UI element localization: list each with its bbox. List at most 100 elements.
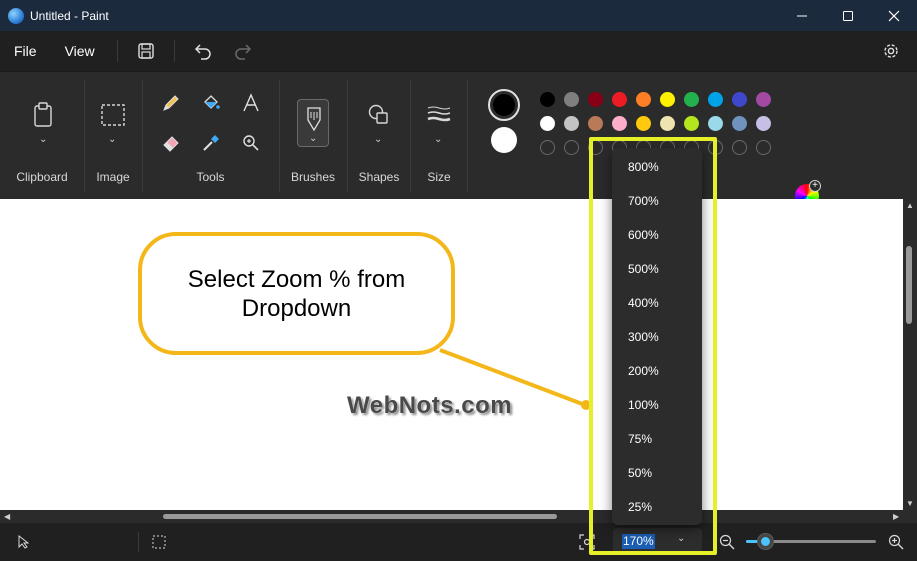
chevron-down-icon: ⌄ (374, 134, 383, 145)
menu-bar: File View (0, 31, 917, 71)
window-title: Untitled - Paint (30, 8, 109, 23)
menu-file[interactable]: File (0, 31, 51, 71)
color-swatch[interactable] (636, 92, 651, 107)
ribbon-toolbar: ⌄ Clipboard ⌄ Image Tools Brushes ⌄ ⌄ Sh… (0, 71, 917, 208)
eraser-icon (163, 136, 179, 152)
redo-icon (234, 44, 251, 60)
brushes-label: Brushes (290, 170, 336, 184)
clipboard-group[interactable]: ⌄ Clipboard (0, 72, 84, 200)
color-swatch[interactable] (564, 116, 579, 131)
menu-view[interactable]: View (51, 31, 109, 71)
color-swatch[interactable] (612, 92, 627, 107)
pencil-tool[interactable] (157, 89, 185, 117)
color-swatch[interactable] (756, 116, 771, 131)
highlight-box (589, 137, 717, 555)
vertical-scroll-thumb[interactable] (906, 246, 912, 324)
clipboard-icon (34, 102, 52, 127)
chevron-down-icon: ⌄ (309, 133, 318, 144)
text-icon (243, 93, 259, 112)
color-swatch[interactable] (684, 116, 699, 131)
image-group[interactable]: ⌄ Image (85, 72, 141, 200)
primary-color[interactable] (488, 89, 520, 121)
color-swatch[interactable] (732, 116, 747, 131)
maximize-button[interactable] (825, 0, 871, 31)
size-label: Size (427, 170, 451, 184)
eraser-tool[interactable] (157, 129, 185, 157)
chevron-down-icon: ⌄ (108, 134, 117, 145)
chevron-down-icon: ⌄ (434, 134, 443, 145)
image-label: Image (96, 170, 130, 184)
shapes-label: Shapes (358, 170, 400, 184)
minimize-button[interactable] (779, 0, 825, 31)
add-icon: + (809, 180, 821, 192)
shapes-icon (368, 104, 388, 124)
color-swatch[interactable] (684, 92, 699, 107)
title-bar: Untitled - Paint (0, 0, 917, 31)
zoom-in-icon[interactable] (888, 534, 904, 550)
redo-button[interactable] (223, 31, 263, 71)
maximize-icon (843, 10, 853, 21)
zoom-slider-thumb[interactable] (757, 533, 774, 550)
magnifier-icon (243, 135, 259, 151)
color-swatch[interactable] (708, 92, 723, 107)
selection-icon (101, 104, 125, 126)
magnifier-tool[interactable] (237, 129, 265, 157)
color-swatch[interactable] (636, 116, 651, 131)
brush-icon (307, 107, 321, 132)
color-swatch[interactable] (540, 92, 555, 107)
color-swatch[interactable] (540, 116, 555, 131)
color-swatch[interactable] (588, 92, 603, 107)
chevron-down-icon: ⌄ (39, 134, 48, 145)
scroll-down-icon[interactable]: ▼ (906, 499, 914, 508)
custom-color-slot[interactable] (540, 140, 555, 155)
color-swatch[interactable] (612, 116, 627, 131)
gear-icon (884, 44, 898, 58)
fill-tool[interactable] (197, 89, 225, 117)
save-icon (137, 43, 154, 59)
custom-color-slot[interactable] (732, 140, 747, 155)
color-swatch[interactable] (732, 92, 747, 107)
ribbon-divider (467, 80, 468, 192)
color-swatch[interactable] (564, 92, 579, 107)
secondary-color[interactable] (491, 127, 517, 153)
zoom-out-icon[interactable] (719, 534, 735, 550)
tools-group: Tools (143, 72, 278, 200)
callout-text: Select Zoom % from Dropdown (187, 265, 406, 322)
close-button[interactable] (871, 0, 917, 31)
watermark: WebNots.com (347, 392, 513, 419)
cursor-position-icon (18, 535, 29, 549)
callout-bubble: Select Zoom % from Dropdown (138, 232, 455, 355)
menu-divider (173, 40, 175, 62)
custom-color-slot[interactable] (564, 140, 579, 155)
minimize-icon (797, 15, 807, 16)
color-swatch[interactable] (708, 116, 723, 131)
shapes-group[interactable]: ⌄ Shapes (348, 72, 410, 200)
custom-color-slot[interactable] (756, 140, 771, 155)
text-tool[interactable] (237, 89, 265, 117)
line-size-icon (427, 106, 451, 122)
undo-button[interactable] (183, 31, 223, 71)
pencil-icon (163, 95, 179, 111)
scroll-left-icon[interactable]: ◀ (4, 512, 10, 521)
scroll-up-icon[interactable]: ▲ (906, 201, 914, 210)
brush-selector[interactable]: ⌄ (297, 99, 329, 147)
paint-app-icon (8, 7, 24, 24)
eyedropper-icon (203, 135, 219, 151)
tools-label: Tools (196, 170, 225, 184)
color-swatch[interactable] (660, 92, 675, 107)
horizontal-scroll-thumb[interactable] (163, 514, 557, 519)
drawing-canvas[interactable] (0, 199, 903, 510)
color-picker-tool[interactable] (197, 129, 225, 157)
color-swatch[interactable] (588, 116, 603, 131)
status-divider (138, 532, 139, 552)
scroll-right-icon[interactable]: ▶ (893, 512, 899, 521)
selection-size-icon (152, 535, 166, 549)
color-swatch[interactable] (756, 92, 771, 107)
primary-color-swatch (493, 94, 515, 116)
save-button[interactable] (126, 31, 166, 71)
settings-button[interactable] (877, 31, 905, 71)
color-swatch[interactable] (660, 116, 675, 131)
close-icon (888, 10, 900, 21)
size-group[interactable]: ⌄ Size (411, 72, 467, 200)
undo-icon (194, 44, 211, 60)
